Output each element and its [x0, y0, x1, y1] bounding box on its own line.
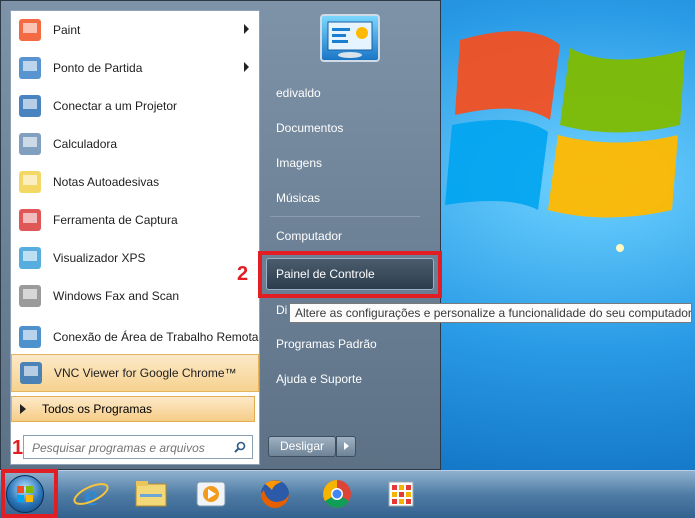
- program-item[interactable]: Notas Autoadesivas: [11, 163, 259, 201]
- annotation-box-start: [1, 469, 58, 518]
- help-support-link[interactable]: Ajuda e Suporte: [266, 364, 436, 394]
- program-item[interactable]: Ponto de Partida: [11, 49, 259, 87]
- shutdown-options-button[interactable]: [336, 436, 356, 457]
- program-label: Conectar a um Projetor: [53, 99, 178, 113]
- firefox-icon[interactable]: [252, 474, 298, 514]
- program-label: Conexão de Área de Trabalho Remota: [53, 330, 259, 344]
- apps-grid-icon[interactable]: [378, 474, 424, 514]
- getting-started-icon: [15, 53, 45, 83]
- windows-logo-wallpaper: [445, 31, 685, 252]
- all-programs-label: Todos os Programas: [42, 402, 153, 416]
- program-label: Paint: [53, 23, 81, 37]
- user-picture[interactable]: [320, 14, 380, 62]
- program-label: Windows Fax and Scan: [53, 289, 180, 303]
- music-link[interactable]: Músicas: [266, 183, 436, 213]
- program-label: Ponto de Partida: [53, 61, 143, 75]
- separator: [270, 216, 420, 217]
- submenu-arrow-icon: [244, 24, 249, 34]
- program-label: Notas Autoadesivas: [53, 175, 160, 189]
- media-player-icon[interactable]: [188, 474, 234, 514]
- snipping-tool-icon: [15, 205, 45, 235]
- file-explorer-icon[interactable]: [128, 474, 174, 514]
- tooltip: Altere as configurações e personalize a …: [289, 303, 692, 323]
- program-item[interactable]: Conexão de Área de Trabalho Remota: [11, 318, 259, 356]
- control-panel-picture-icon: [327, 21, 373, 58]
- program-item[interactable]: VNC Viewer for Google Chrome™: [11, 354, 259, 392]
- program-item[interactable]: Visualizador XPS: [11, 239, 259, 277]
- submenu-arrow-icon: [244, 62, 249, 72]
- xps-viewer-icon: [15, 243, 45, 273]
- computer-link[interactable]: Computador: [266, 221, 436, 251]
- search-input[interactable]: [30, 440, 224, 456]
- shutdown-button[interactable]: Desligar: [268, 436, 336, 457]
- paint-icon: [15, 15, 45, 45]
- program-label: Visualizador XPS: [53, 251, 146, 265]
- search-box[interactable]: [23, 435, 253, 459]
- vnc-icon: [16, 358, 46, 388]
- expand-arrow-icon: [20, 404, 26, 414]
- search-icon[interactable]: [234, 441, 246, 453]
- program-item[interactable]: Calculadora: [11, 125, 259, 163]
- internet-explorer-icon[interactable]: e: [68, 474, 114, 514]
- program-item[interactable]: Windows Fax and Scan: [11, 277, 259, 315]
- program-item[interactable]: Conectar a um Projetor: [11, 87, 259, 125]
- documents-link[interactable]: Documentos: [266, 113, 436, 143]
- projector-icon: [15, 91, 45, 121]
- program-label: Ferramenta de Captura: [53, 213, 178, 227]
- remote-desktop-icon: [15, 322, 45, 352]
- program-label: Calculadora: [53, 137, 118, 151]
- fax-scan-icon: [15, 281, 45, 311]
- all-programs-button[interactable]: Todos os Programas: [11, 396, 255, 422]
- sticky-notes-icon: [15, 167, 45, 197]
- user-folder-link[interactable]: edivaldo: [266, 78, 436, 108]
- default-programs-link[interactable]: Programas Padrão: [266, 329, 436, 359]
- annotation-number-two: 2: [237, 263, 249, 285]
- calculator-icon: [15, 129, 45, 159]
- chrome-icon[interactable]: [314, 474, 360, 514]
- program-item[interactable]: Paint: [11, 11, 259, 49]
- program-label: VNC Viewer for Google Chrome™: [54, 366, 237, 380]
- annotation-box-control-panel: [258, 251, 442, 298]
- chevron-right-icon: [344, 442, 349, 450]
- images-link[interactable]: Imagens: [266, 148, 436, 178]
- program-item[interactable]: Ferramenta de Captura: [11, 201, 259, 239]
- annotation-number-one: 1: [12, 437, 24, 459]
